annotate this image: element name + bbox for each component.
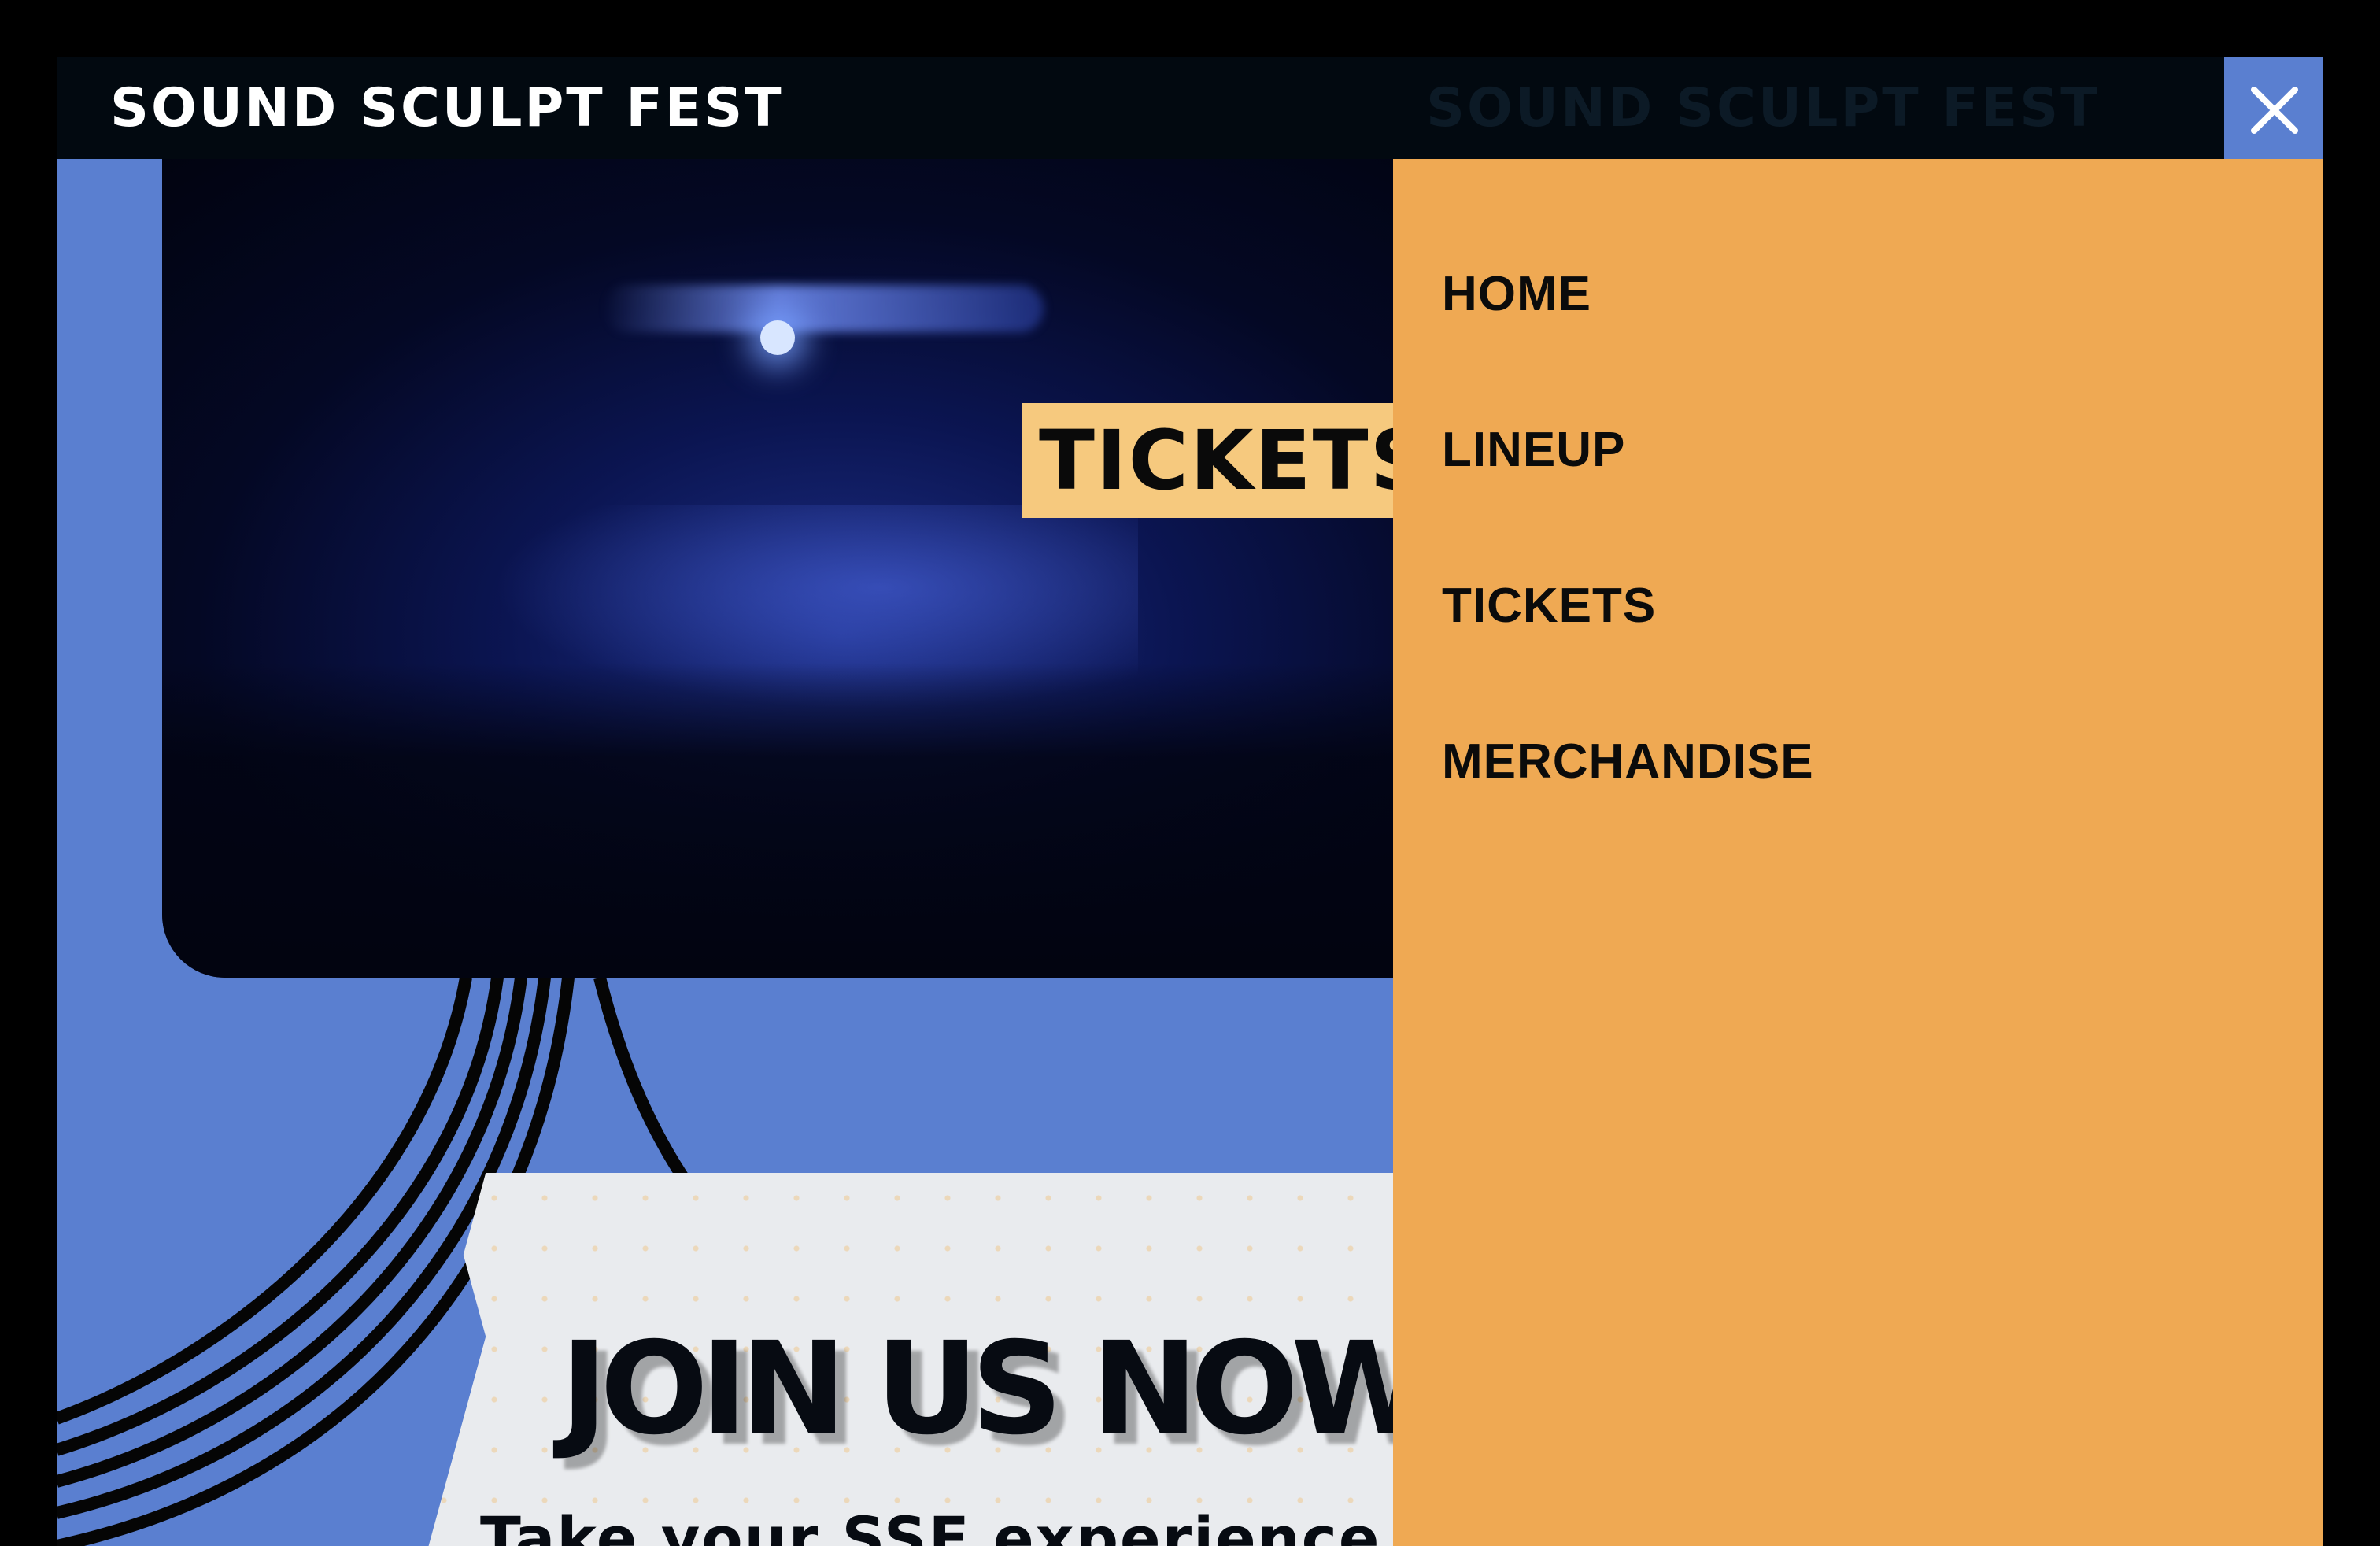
stage-light <box>603 285 1044 332</box>
nav-item-lineup[interactable]: LINEUP <box>1442 419 1625 482</box>
nav-item-tickets[interactable]: TICKETS <box>1442 575 1656 638</box>
tickets-badge[interactable]: TICKETS <box>1022 403 1448 518</box>
close-icon <box>2251 87 2298 134</box>
close-menu-button[interactable] <box>2241 77 2308 143</box>
promo-card: JOIN US NOW! Take your SSF experience <box>419 1173 1536 1546</box>
page: SOUND SCULPT FEST SOUND SCULPT FEST TICK… <box>57 57 2323 1546</box>
crowd-silhouette <box>162 663 1579 978</box>
site-logo[interactable]: SOUND SCULPT FEST <box>110 77 784 140</box>
hero-video[interactable] <box>162 159 1579 978</box>
site-header: SOUND SCULPT FEST SOUND SCULPT FEST <box>57 57 2224 159</box>
logo-ghost: SOUND SCULPT FEST <box>1426 77 2100 139</box>
spotlight-icon <box>760 320 795 355</box>
nav-item-home[interactable]: HOME <box>1442 263 1591 326</box>
promo-subheadline: Take your SSF experience <box>480 1503 1381 1546</box>
nav-menu-panel: HOME LINEUP TICKETS MERCHANDISE <box>1393 159 2323 1546</box>
promo-headline: JOIN US NOW! <box>560 1315 1482 1463</box>
nav-item-merchandise[interactable]: MERCHANDISE <box>1442 730 1814 793</box>
